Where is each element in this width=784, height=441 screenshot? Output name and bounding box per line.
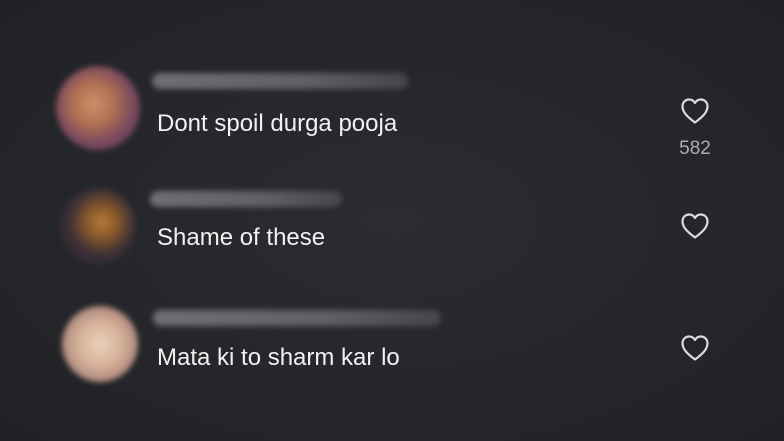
comment-text: Shame of these xyxy=(157,224,326,251)
username-blurred[interactable] xyxy=(153,310,441,326)
like-button[interactable] xyxy=(680,212,710,240)
avatar[interactable] xyxy=(62,306,138,382)
like-button[interactable] xyxy=(680,97,710,125)
like-count: 582 xyxy=(679,138,711,159)
username-blurred[interactable] xyxy=(150,191,342,207)
avatar[interactable] xyxy=(56,66,140,150)
heart-outline-icon xyxy=(681,213,709,239)
comment-text: Mata ki to sharm kar lo xyxy=(157,344,400,371)
like-button[interactable] xyxy=(680,334,710,362)
comment-text: Dont spoil durga pooja xyxy=(157,110,398,137)
heart-outline-icon xyxy=(681,335,709,361)
username-blurred[interactable] xyxy=(152,73,408,89)
comments-screen: Dont spoil durga pooja 582 Shame of thes… xyxy=(0,0,784,441)
avatar[interactable] xyxy=(60,188,136,264)
heart-outline-icon xyxy=(681,98,709,124)
